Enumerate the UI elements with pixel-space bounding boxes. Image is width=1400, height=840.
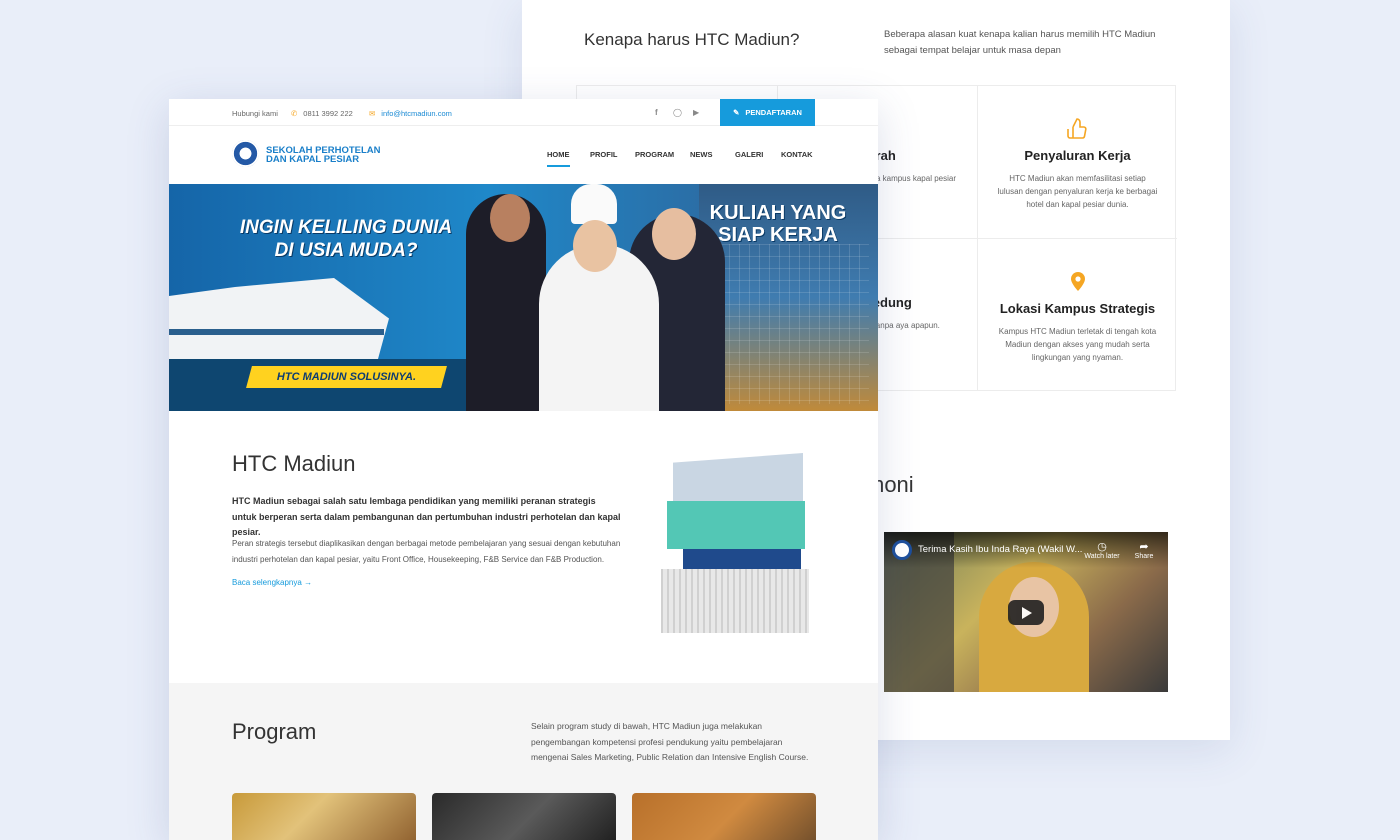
thumbs-up-icon <box>1066 118 1087 139</box>
phone-icon: ✆ <box>291 109 298 118</box>
nav-news[interactable]: NEWS <box>690 150 713 159</box>
logo-text[interactable]: SEKOLAH PERHOTELAN DAN KAPAL PESIAR <box>266 146 381 165</box>
share-button[interactable]: ➦ Share <box>1124 540 1164 560</box>
clock-icon: ◷ <box>1097 541 1107 553</box>
hero-tagline: HTC MADIUN SOLUSINYA. <box>276 371 417 383</box>
facebook-icon[interactable]: f <box>655 108 658 117</box>
hero-headline-right: KULIAH YANG SIAP KERJA <box>709 202 847 246</box>
cruise-ship-image <box>169 278 389 359</box>
chef-hat <box>571 184 617 224</box>
header: SEKOLAH PERHOTELAN DAN KAPAL PESIAR HOME… <box>169 126 878 184</box>
video-player[interactable]: Terima Kasih Ibu Inda Raya (Wakil W... ◷… <box>884 532 1168 692</box>
nav-home[interactable]: HOME <box>547 150 570 167</box>
share-icon: ➦ <box>1139 541 1149 553</box>
program-description: Selain program study di bawah, HTC Madiu… <box>531 721 809 762</box>
hero-tagline-box: HTC MADIUN SOLUSINYA. <box>246 366 447 388</box>
email-address: info@htcmadiun.com <box>381 109 452 118</box>
feature-card: Lokasi Kampus Strategis Kampus HTC Madiu… <box>977 238 1177 391</box>
building-banner <box>683 549 801 569</box>
map-pin-icon <box>1070 272 1085 291</box>
campus-building-image <box>653 453 813 638</box>
feature-title: Penyaluran Kerja <box>1024 148 1131 163</box>
nav-profil[interactable]: PROFIL <box>590 150 618 159</box>
feature-card: Penyaluran Kerja HTC Madiun akan memfasi… <box>977 86 1177 239</box>
about-body: Peran strategis tersebut diaplikasikan d… <box>232 539 621 564</box>
read-more-label: Baca selengkapnya <box>232 578 302 587</box>
building-roof <box>673 453 803 501</box>
building-windows <box>709 244 869 404</box>
logo-emblem[interactable] <box>232 140 259 167</box>
email-link[interactable]: ✉ info@htcmadiun.com <box>369 109 452 118</box>
ship-stripe <box>169 329 384 335</box>
why-title: Kenapa harus HTC Madiun? <box>584 30 800 49</box>
feature-title: Lokasi Kampus Strategis <box>999 301 1156 316</box>
phone-number: 0811 3992 222 <box>303 109 353 118</box>
instagram-icon[interactable]: ◯ <box>673 108 682 117</box>
why-description: Beberapa alasan kuat kenapa kalian harus… <box>884 29 1156 56</box>
feature-text: Kampus HTC Madiun terletak di tengah kot… <box>998 327 1157 362</box>
nav-kontak[interactable]: KONTAK <box>781 150 813 159</box>
play-button[interactable] <box>1008 600 1044 625</box>
contact-label: Hubungi kami <box>232 109 278 118</box>
top-bar: Hubungi kami ✆ 0811 3992 222 ✉ info@htcmad… <box>169 99 878 126</box>
program-card[interactable] <box>232 793 416 840</box>
feature-text: HTC Madiun akan memfasilitasi setiap lul… <box>997 174 1158 209</box>
building-shutters <box>661 569 809 633</box>
front-page: Hubungi kami ✆ 0811 3992 222 ✉ info@htcmad… <box>169 99 878 840</box>
youtube-icon[interactable]: ▶ <box>693 108 699 117</box>
building-facade <box>667 501 805 549</box>
chef-face <box>573 220 617 272</box>
edit-icon: ✎ <box>733 108 740 117</box>
pendaftaran-button[interactable]: ✎ PENDAFTARAN <box>720 99 815 126</box>
hero-banner: INGIN KELILING DUNIA DI USIA MUDA? KULIA… <box>169 184 878 411</box>
officer-face <box>490 194 530 242</box>
watch-later-button[interactable]: ◷ Watch later <box>1082 540 1122 560</box>
share-label: Share <box>1134 553 1154 560</box>
phone-link[interactable]: ✆ 0811 3992 222 <box>291 109 353 118</box>
video-title[interactable]: Terima Kasih Ibu Inda Raya (Wakil W... <box>918 544 1082 555</box>
stewardess-face <box>652 208 696 260</box>
mail-icon: ✉ <box>369 109 376 118</box>
hero-headline-left: INGIN KELILING DUNIA DI USIA MUDA? <box>239 217 453 261</box>
watch-later-label: Watch later <box>1084 553 1120 560</box>
program-title: Program <box>232 719 317 744</box>
logo-line-2: DAN KAPAL PESIAR <box>266 154 360 165</box>
nav-galeri[interactable]: GALERI <box>735 150 763 159</box>
nav-program[interactable]: PROGRAM <box>635 150 674 159</box>
about-title: HTC Madiun <box>232 451 356 476</box>
pendaftaran-label: PENDAFTARAN <box>745 108 802 117</box>
program-card[interactable] <box>632 793 816 840</box>
read-more-link[interactable]: Baca selengkapnya → <box>232 578 312 587</box>
channel-logo[interactable] <box>892 540 912 560</box>
program-section: Program Selain program study di bawah, H… <box>169 683 878 840</box>
program-card[interactable] <box>432 793 616 840</box>
arrow-right-icon: → <box>304 578 313 587</box>
about-lead: HTC Madiun sebagai salah satu lembaga pe… <box>232 496 621 537</box>
